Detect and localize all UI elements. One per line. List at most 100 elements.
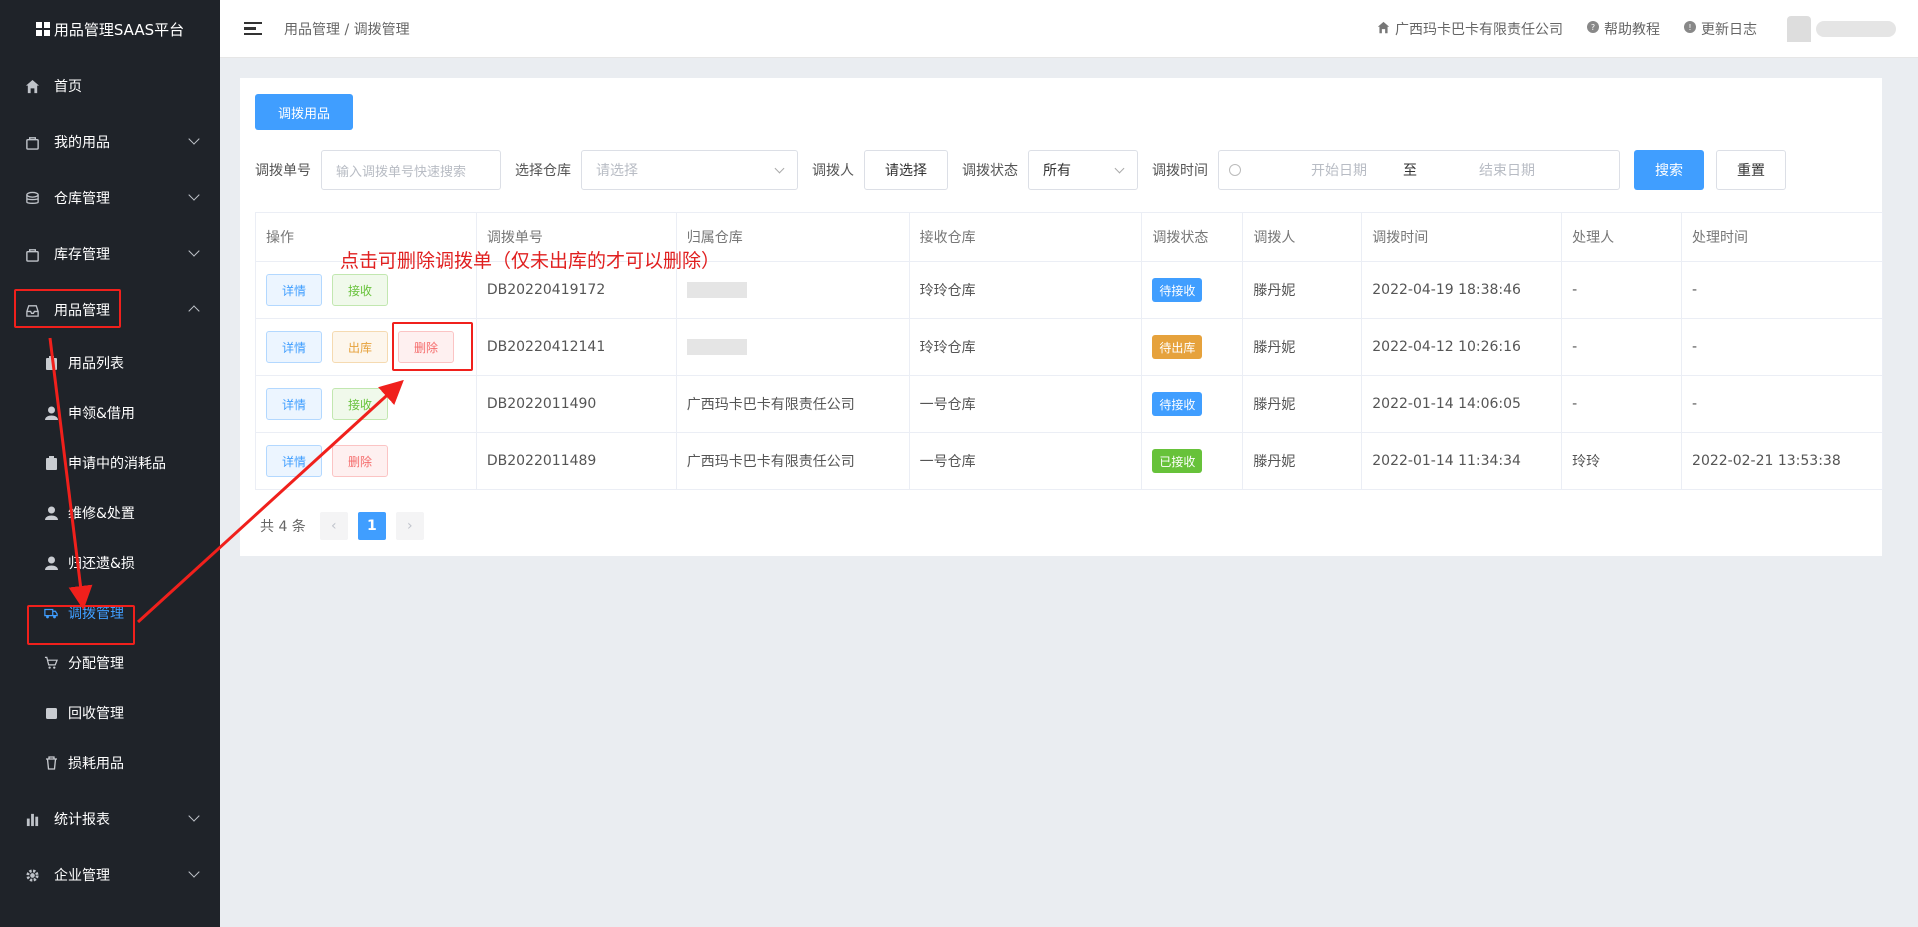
help-link[interactable]: ? 帮助教程: [1587, 19, 1660, 39]
menu-toggle-icon[interactable]: [244, 21, 262, 36]
next-page-button[interactable]: ›: [395, 512, 424, 540]
chevron-down-icon: [188, 810, 200, 822]
grid-logo-icon: [35, 22, 50, 36]
page-number-button[interactable]: 1: [357, 512, 386, 540]
sidebar-item-label: 企业管理: [54, 868, 110, 884]
svg-text:!: !: [1688, 23, 1691, 32]
annotation-highlight-delete: [392, 322, 473, 371]
order-no-input[interactable]: 输入调拨单号快速搜索: [321, 150, 501, 190]
sidebar-item-reports[interactable]: 统计报表: [0, 791, 220, 847]
changelog-link[interactable]: ! 更新日志: [1684, 19, 1757, 39]
status-label: 调拨状态: [962, 163, 1018, 179]
sidebar-item-label: 统计报表: [54, 812, 110, 828]
column-header: 调拨人: [1242, 212, 1363, 262]
receiver-warehouse-cell: 一号仓库: [909, 375, 1143, 433]
column-header: 处理时间: [1681, 212, 1883, 262]
sidebar-item-home[interactable]: 首页: [0, 58, 220, 114]
breadcrumb: 用品管理 / 调拨管理: [284, 21, 410, 38]
detail-button[interactable]: 详情: [266, 388, 322, 420]
sidebar-item-label: 仓库管理: [54, 191, 110, 207]
chevron-up-icon: [188, 305, 200, 317]
transfer-person-label: 调拨人: [812, 163, 854, 179]
person-cell: 滕丹妮: [1242, 375, 1363, 433]
status-badge: 已接收: [1152, 449, 1203, 473]
warehouse-select[interactable]: 请选择: [581, 150, 798, 190]
sidebar-subitem-item-list[interactable]: 用品列表: [0, 338, 220, 388]
receive-button[interactable]: 接收: [332, 388, 388, 420]
detail-button[interactable]: 详情: [266, 274, 322, 306]
prev-page-button[interactable]: ‹: [319, 512, 348, 540]
receiver-warehouse-cell: 一号仓库: [909, 432, 1143, 490]
sidebar-subitem-label: 归还遗&损: [68, 556, 135, 572]
redacted-text: [686, 282, 747, 298]
handle-time-cell: 2022-02-21 13:53:38: [1681, 432, 1883, 490]
clock-icon: [1229, 164, 1241, 176]
end-date-input[interactable]: 结束日期: [1457, 160, 1557, 180]
chevron-down-icon: [188, 133, 200, 145]
sidebar-item-inventory[interactable]: 库存管理: [0, 226, 220, 282]
sidebar-subitem-label: 损耗用品: [68, 756, 124, 772]
sidebar-item-my-items[interactable]: 我的用品: [0, 114, 220, 170]
sidebar-item-warehouse[interactable]: 仓库管理: [0, 170, 220, 226]
app-title: 用品管理SAAS平台: [53, 20, 185, 39]
transfer-person-button[interactable]: 请选择: [864, 150, 948, 190]
range-separator: 至: [1403, 163, 1417, 179]
chevron-down-icon: [774, 163, 785, 174]
status-select[interactable]: 所有: [1028, 150, 1138, 190]
order-no-cell: DB2022011490: [476, 375, 677, 433]
status-cell: 已接收: [1141, 432, 1244, 490]
svg-text:?: ?: [1591, 23, 1595, 32]
user-menu[interactable]: [1787, 16, 1896, 42]
person-cell: 滕丹妮: [1242, 261, 1363, 319]
handler-cell: -: [1561, 375, 1683, 433]
gear-icon: [24, 867, 40, 883]
detail-button[interactable]: 详情: [266, 331, 322, 363]
home-icon: [24, 78, 40, 94]
bag-icon: [24, 134, 40, 150]
sidebar-subitem-allocation[interactable]: 分配管理: [0, 638, 220, 688]
help-label: 帮助教程: [1604, 22, 1660, 38]
owner-warehouse-cell: [676, 318, 910, 376]
column-header: 调拨状态: [1141, 212, 1244, 262]
clipboard-icon: [44, 456, 58, 470]
help-icon: ?: [1587, 21, 1599, 37]
search-button[interactable]: 搜索: [1634, 150, 1704, 190]
sidebar-subitem-repair-disposal[interactable]: 维修&处置: [0, 488, 220, 538]
start-date-input[interactable]: 开始日期: [1289, 160, 1389, 180]
sidebar-subitem-label: 申请中的消耗品: [68, 456, 166, 472]
sidebar-subitem-label: 回收管理: [68, 706, 124, 722]
status-cell: 待出库: [1141, 318, 1244, 376]
sidebar-subitem-recycle[interactable]: 回收管理: [0, 688, 220, 738]
outbound-button[interactable]: 出库: [332, 331, 388, 363]
status-badge: 待接收: [1152, 278, 1203, 302]
sidebar-item-enterprise[interactable]: 企业管理: [0, 847, 220, 903]
company-link[interactable]: 广西玛卡巴卡有限责任公司: [1377, 19, 1563, 39]
table-row: 详情 接收 DB2022011490 广西玛卡巴卡有限责任公司 一号仓库 待接收 …: [255, 375, 1883, 433]
table-row: 详情 出库 删除 DB20220412141 玲玲仓库 待出库 滕丹妮 2022-0…: [255, 318, 1883, 376]
sidebar-subitem-label: 分配管理: [68, 656, 124, 672]
order-no-cell: DB20220412141: [476, 318, 677, 376]
sidebar-subitem-apply-borrow[interactable]: 申领&借用: [0, 388, 220, 438]
user-icon: [44, 556, 58, 570]
sidebar-subitem-loss[interactable]: 损耗用品: [0, 738, 220, 788]
app-logo[interactable]: 用品管理SAAS平台: [0, 0, 220, 58]
chevron-down-icon: [188, 189, 200, 201]
order-no-label: 调拨单号: [255, 163, 311, 179]
sidebar-subitem-label: 维修&处置: [68, 506, 135, 522]
transfer-items-button[interactable]: 调拨用品: [255, 94, 353, 130]
receive-button[interactable]: 接收: [332, 274, 388, 306]
delete-button[interactable]: 删除: [332, 445, 388, 477]
home-icon: [1377, 21, 1390, 38]
detail-button[interactable]: 详情: [266, 445, 322, 477]
sidebar-subitem-return-loss[interactable]: 归还遗&损: [0, 538, 220, 588]
status-cell: 待接收: [1141, 375, 1244, 433]
column-header: 接收仓库: [909, 212, 1143, 262]
reset-button[interactable]: 重置: [1716, 150, 1786, 190]
handler-cell: -: [1561, 318, 1683, 376]
date-range-picker[interactable]: 开始日期 至 结束日期: [1218, 150, 1620, 190]
sidebar-item-label: 我的用品: [54, 135, 110, 151]
sidebar-subitem-pending-consumables[interactable]: 申请中的消耗品: [0, 438, 220, 488]
total-count: 共 4 条: [260, 519, 306, 535]
status-selected-value: 所有: [1043, 163, 1071, 179]
company-name: 广西玛卡巴卡有限责任公司: [1395, 22, 1563, 38]
